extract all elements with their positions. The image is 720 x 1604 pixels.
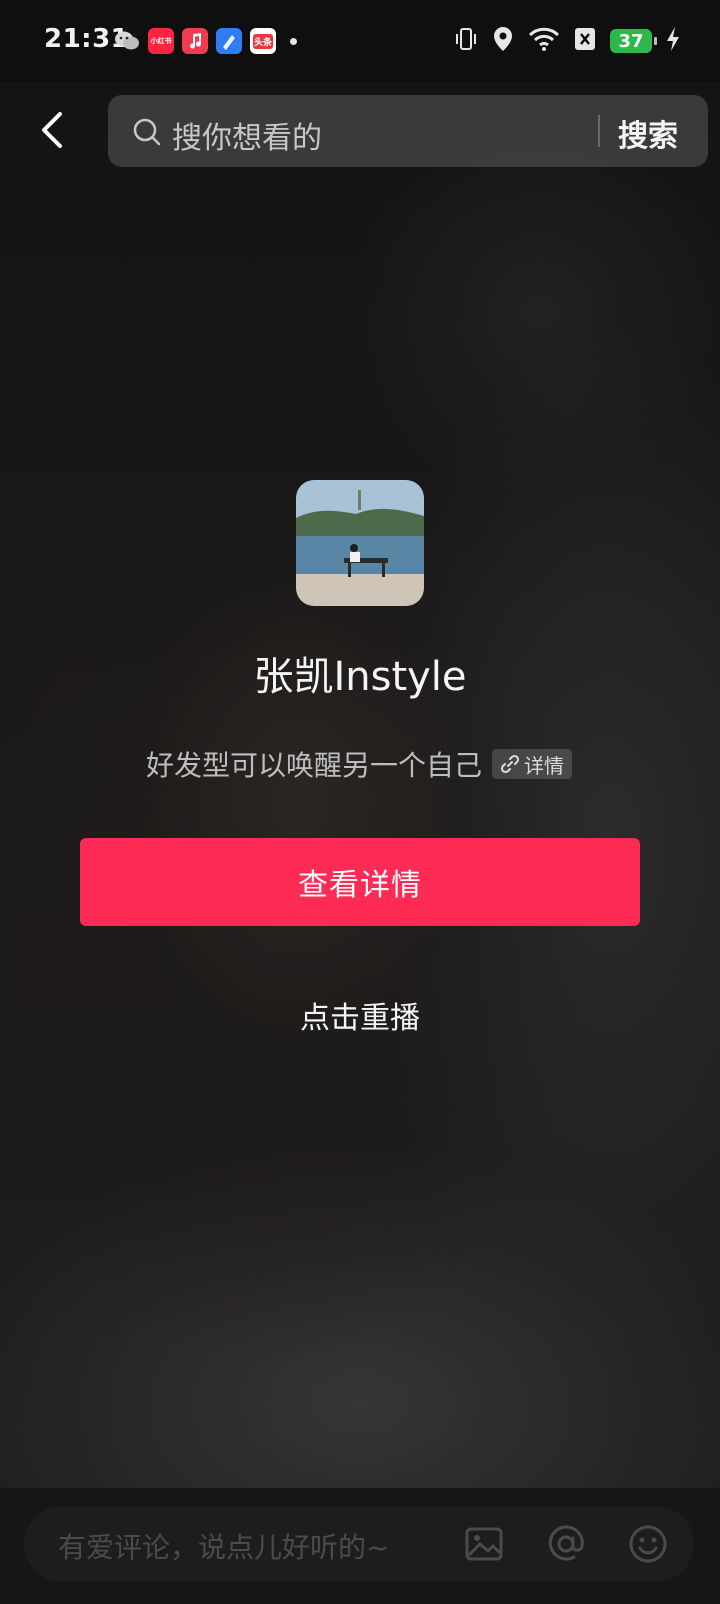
video-background[interactable] (0, 82, 720, 1488)
wechat-icon (114, 28, 140, 54)
status-bar: 21:31 小红书 头条 37 (0, 0, 720, 82)
detail-chip-label: 详情 (524, 753, 565, 778)
location-icon (492, 26, 514, 56)
battery-indicator: 37 (610, 29, 657, 53)
link-icon (500, 754, 520, 774)
detail-link-chip[interactable]: 详情 (492, 749, 573, 779)
account-name[interactable]: 张凯Instyle (0, 644, 720, 702)
replay-button[interactable]: 点击重播 (0, 993, 720, 1037)
comment-bar: 有爱评论，说点儿好听的~ (0, 1488, 720, 1604)
search-input[interactable]: 搜你想看的 (172, 113, 322, 157)
search-bar[interactable]: 搜你想看的 搜索 (108, 95, 708, 167)
xiaohongshu-icon-label: 小红书 (150, 37, 172, 45)
more-notifications-dot (290, 37, 297, 45)
chevron-left-icon (42, 112, 62, 148)
search-button[interactable]: 搜索 (618, 111, 678, 155)
back-button[interactable] (34, 108, 70, 152)
image-icon[interactable] (464, 1524, 504, 1564)
tagline: 好发型可以唤醒另一个自己 (146, 749, 483, 782)
emoji-icon[interactable] (628, 1524, 668, 1564)
music-icon (182, 28, 208, 54)
wifi-icon (528, 27, 560, 55)
blue-app-icon (216, 28, 242, 54)
toutiao-icon: 头条 (250, 28, 276, 54)
tagline-row: 好发型可以唤醒另一个自己 详情 (146, 744, 573, 784)
notification-icons: 小红书 头条 (114, 28, 297, 54)
avatar-image (296, 480, 424, 606)
comment-input[interactable]: 有爱评论，说点儿好听的~ (24, 1506, 694, 1582)
vibrate-icon (454, 26, 478, 56)
status-indicators: 37 (454, 26, 680, 56)
view-details-button[interactable]: 查看详情 (80, 838, 640, 926)
battery-level: 37 (618, 30, 644, 52)
avatar[interactable] (296, 480, 424, 606)
search-icon (133, 118, 161, 146)
video-dim-overlay (0, 82, 720, 1488)
search-divider (598, 115, 600, 147)
no-sim-icon (574, 27, 596, 55)
xiaohongshu-icon: 小红书 (148, 28, 174, 54)
comment-placeholder: 有爱评论，说点儿好听的~ (58, 1531, 390, 1564)
toutiao-icon-label: 头条 (252, 33, 273, 49)
mention-icon[interactable] (546, 1524, 586, 1564)
charging-icon (666, 26, 680, 56)
